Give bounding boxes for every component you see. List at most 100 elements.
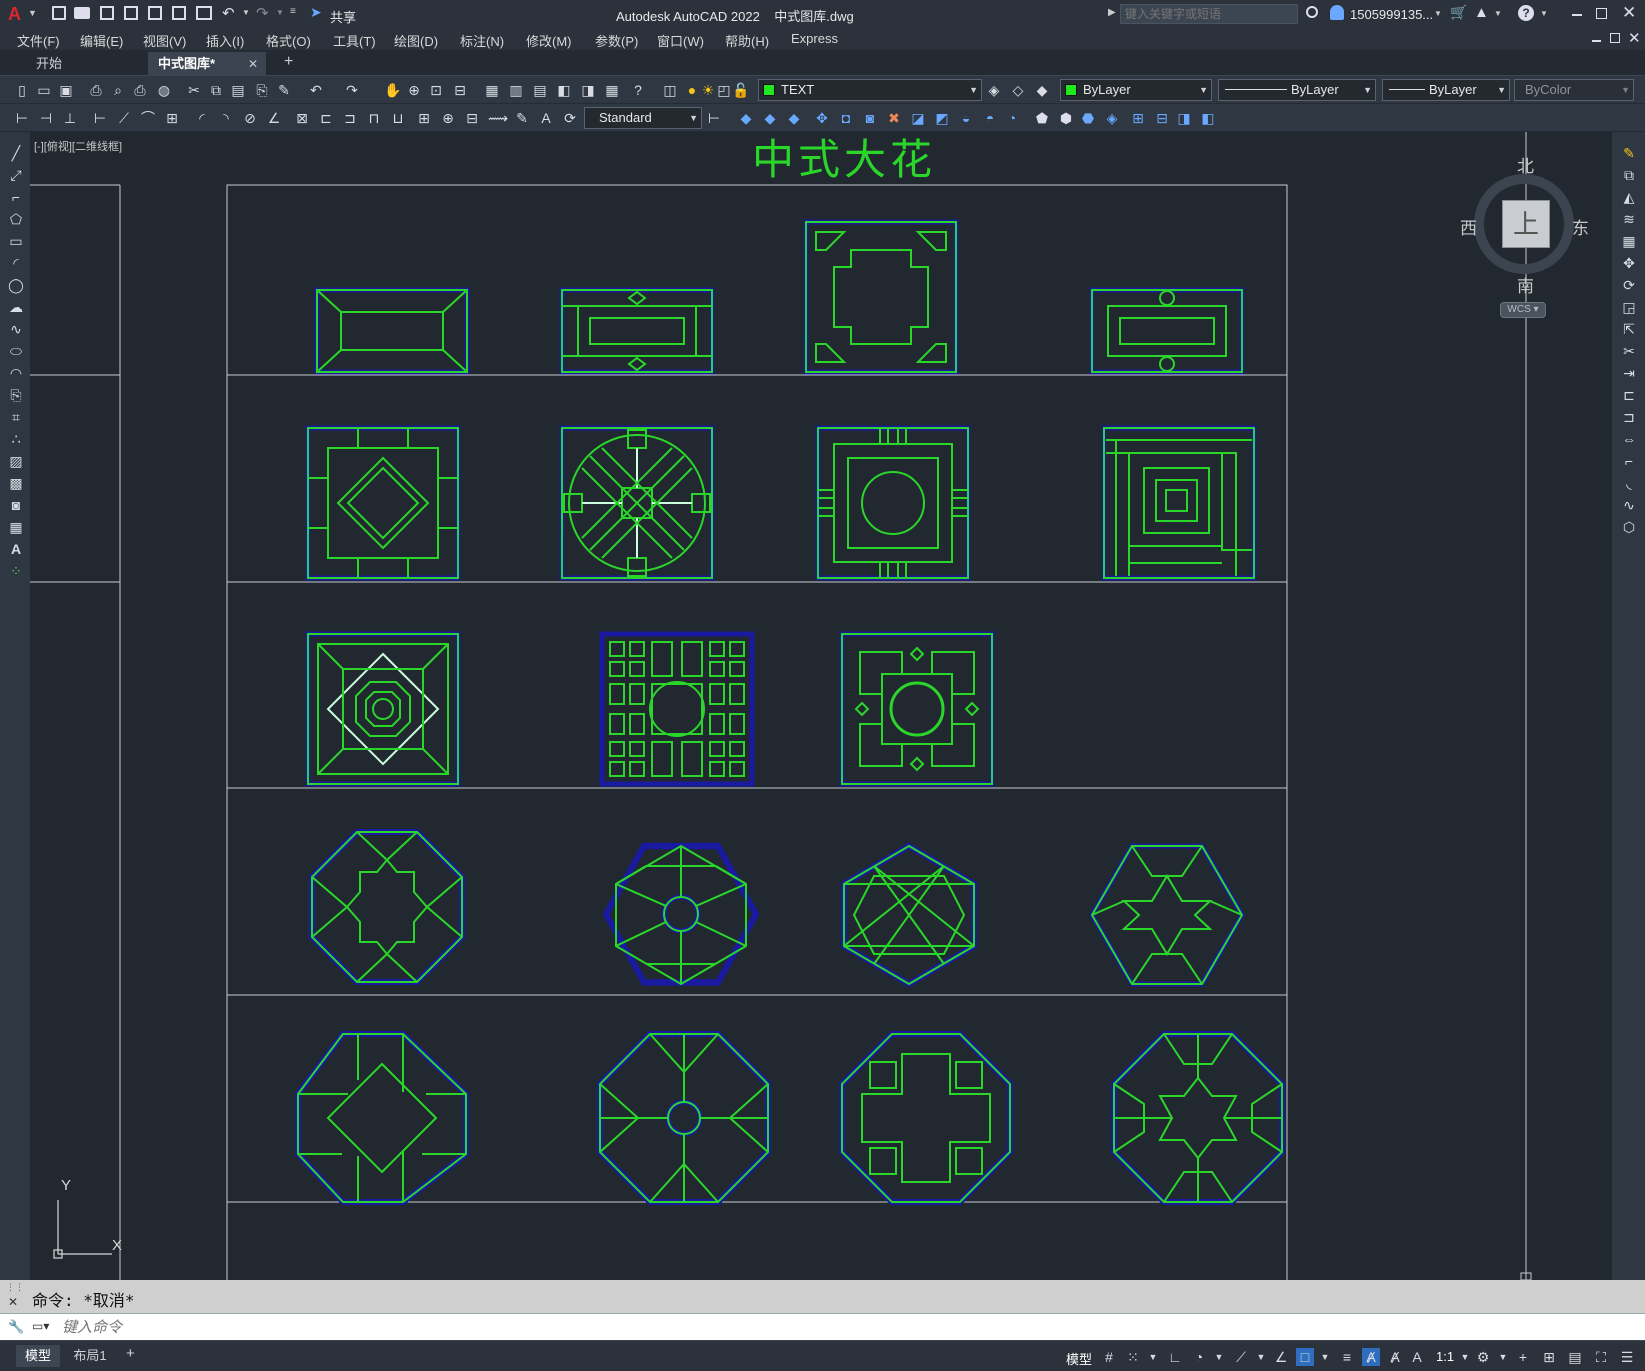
layer-previous-icon[interactable]: ◇ [1010, 82, 1026, 98]
extrude-icon[interactable]: ◩ [934, 110, 950, 126]
dim-arc-icon[interactable]: ⌒ [140, 110, 156, 126]
dim-break-icon[interactable]: ⊔ [390, 110, 406, 126]
save-icon[interactable]: ▣ [58, 82, 74, 98]
isodraft-dropdown-icon[interactable]: ▼ [1252, 1348, 1270, 1366]
lineweight-dropdown[interactable]: ByLayer ▼ [1382, 79, 1510, 101]
sheet-set-icon[interactable]: ◧ [556, 82, 572, 98]
erase-icon[interactable]: ✎ [1620, 144, 1638, 162]
dim-diameter-icon[interactable]: ⊘ [242, 110, 258, 126]
command-bar-grip-icon[interactable]: ⋮⋮ [6, 1282, 24, 1293]
publish-icon[interactable]: ⎙ [132, 82, 148, 98]
tab-start[interactable]: 开始 [4, 52, 146, 76]
add-layout-button[interactable]: + [126, 1345, 135, 1362]
menu-insert[interactable]: 插入(I) [206, 31, 244, 50]
walk-icon[interactable]: ◧ [1200, 110, 1216, 126]
menu-express[interactable]: Express [791, 31, 838, 46]
command-close-icon[interactable]: ✕ [8, 1295, 18, 1309]
dim-angular-icon[interactable]: ∠ [266, 110, 282, 126]
menu-format[interactable]: 格式(O) [266, 31, 311, 50]
share-button[interactable]: 共享 [330, 7, 356, 26]
revision-cloud-icon[interactable]: ☁ [7, 298, 25, 316]
fillet-edge-icon[interactable]: ⬢ [1058, 110, 1074, 126]
dim-jogged-icon[interactable]: ◝ [218, 110, 234, 126]
menu-parametric[interactable]: 参数(P) [595, 31, 638, 50]
move-3d-icon[interactable]: ✥ [814, 110, 830, 126]
doc-minimize-icon[interactable] [1592, 40, 1601, 42]
dim-style-dropdown[interactable]: Standard ▼ [584, 107, 702, 129]
fillet-icon[interactable]: ◟ [1620, 474, 1638, 492]
dim-space-icon[interactable]: ⊓ [366, 110, 382, 126]
separate-icon[interactable]: ◈ [1104, 110, 1120, 126]
minimize-icon[interactable] [1572, 14, 1582, 16]
menu-file[interactable]: 文件(F) [17, 31, 60, 50]
polar-tracking-icon[interactable]: ◔ [1190, 1348, 1208, 1366]
trim-icon[interactable]: ✂ [1620, 342, 1638, 360]
wcs-menu-button[interactable]: WCS ▾ [1500, 302, 1546, 318]
arc-icon[interactable]: ◜ [7, 254, 25, 272]
construction-line-icon[interactable]: ⤢ [7, 166, 25, 184]
help-dropdown-icon[interactable]: ▼ [1540, 9, 1548, 18]
rotate-icon[interactable]: ⟳ [1620, 276, 1638, 294]
workspace-gear-icon[interactable]: ⚙ [1474, 1348, 1492, 1366]
scale-icon[interactable]: ◲ [1620, 298, 1638, 316]
quick-new-icon[interactable] [52, 6, 66, 20]
insert-block-icon[interactable]: ⎘ [7, 386, 25, 404]
dim-baseline-icon[interactable]: ⊏ [318, 110, 334, 126]
quick-web-icon[interactable] [148, 6, 162, 20]
redo-icon[interactable]: ↷ [256, 4, 269, 22]
chamfer-edge-icon[interactable]: ⬣ [1080, 110, 1096, 126]
dim-continue-icon[interactable]: ⊐ [342, 110, 358, 126]
compass-north[interactable]: 北 [1517, 152, 1534, 177]
menu-edit[interactable]: 编辑(E) [80, 31, 123, 50]
viewcube-top-face[interactable]: 上 [1502, 200, 1550, 248]
account-dropdown-icon[interactable]: ▼ [1494, 9, 1502, 18]
dim-text-edit-icon[interactable]: A [538, 110, 554, 126]
plotstyle-dropdown[interactable]: ByColor ▼ [1514, 79, 1634, 101]
subtract-icon[interactable]: ◙ [862, 110, 878, 126]
ellipse-arc-icon[interactable]: ◠ [7, 364, 25, 382]
view-top-icon[interactable]: ◆ [762, 110, 778, 126]
quick-plot-icon[interactable] [196, 6, 212, 20]
break-at-point-icon[interactable]: ⊏ [1620, 386, 1638, 404]
view-front-icon[interactable]: ◆ [738, 110, 754, 126]
break-icon[interactable]: ⊐ [1620, 408, 1638, 426]
user-icon[interactable] [1330, 5, 1344, 20]
color-dropdown[interactable]: ByLayer ▼ [1060, 79, 1212, 101]
region-icon[interactable]: ◙ [7, 496, 25, 514]
dim-update-icon[interactable]: ⟳ [562, 110, 578, 126]
union-icon[interactable]: ◘ [838, 110, 854, 126]
layer-properties-icon[interactable]: ◫ [662, 82, 678, 98]
command-recent-icon[interactable]: ▭▾ [32, 1319, 49, 1333]
plot-icon[interactable]: ⎙ [88, 82, 104, 98]
chamfer-icon[interactable]: ⌐ [1620, 452, 1638, 470]
quick-dim-icon[interactable]: ⊠ [294, 110, 310, 126]
sweep-icon[interactable]: ◓ [982, 110, 998, 126]
camera-icon[interactable]: ◨ [1176, 110, 1192, 126]
help-toolbar-icon[interactable]: ? [630, 82, 646, 98]
user-dropdown-icon[interactable]: ▼ [1434, 9, 1442, 18]
add-selected-icon[interactable]: ⁘ [7, 562, 25, 580]
layer-state-icon[interactable]: ◆ [1034, 82, 1050, 98]
shell-icon[interactable]: ⬟ [1034, 110, 1050, 126]
command-input[interactable] [62, 1317, 1632, 1337]
dim-radius-icon[interactable]: ◜ [194, 110, 210, 126]
polar-dropdown-icon[interactable]: ▼ [1210, 1348, 1228, 1366]
offset-icon[interactable]: ≋ [1620, 210, 1638, 228]
search-expand-icon[interactable]: ▶ [1108, 7, 1116, 18]
cut-icon[interactable]: ✂ [186, 82, 202, 98]
quick-publish-icon[interactable] [172, 6, 186, 20]
hatch-icon[interactable]: ▨ [7, 452, 25, 470]
dim-edit-icon[interactable]: ✎ [514, 110, 530, 126]
grid-icon[interactable]: # [1100, 1348, 1118, 1366]
rectangle-icon[interactable]: ▭ [7, 232, 25, 250]
menu-view[interactable]: 视图(V) [143, 31, 186, 50]
tab-layout1[interactable]: 布局1 [64, 1345, 116, 1367]
new-icon[interactable]: ▯ [14, 82, 30, 98]
blend-curves-icon[interactable]: ∿ [1620, 496, 1638, 514]
drawing-canvas[interactable]: [-][俯视][二维线框] 中式大花 Y X 上 北 南 西 东 WCS ▾ [30, 132, 1612, 1280]
menu-dimension[interactable]: 标注(N) [460, 31, 504, 50]
center-mark-icon[interactable]: ⊕ [440, 110, 456, 126]
linetype-dropdown[interactable]: ByLayer ▼ [1218, 79, 1376, 101]
menu-modify[interactable]: 修改(M) [526, 31, 572, 50]
workspace-dropdown-icon[interactable]: ▼ [1494, 1348, 1512, 1366]
